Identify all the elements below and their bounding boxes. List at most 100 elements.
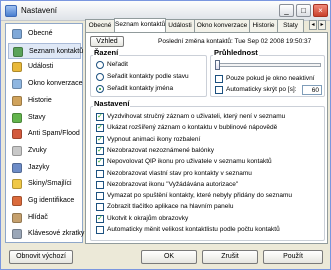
appearance-button[interactable]: Vzhled (90, 36, 124, 47)
contact-list-panel: Vzhled Poslední změna kontaktů: Tue Sep … (85, 32, 328, 244)
radio-label: Seřadit kontakty podle stavu (107, 73, 189, 80)
tab-label: Seznam kontaktů (115, 21, 166, 28)
sidebar-item-label: Obecné (28, 30, 53, 37)
hotkeys-icon (12, 229, 22, 240)
sidebar-item-label: Gg identifikace (28, 197, 75, 204)
settings-title: Nastavení (93, 99, 131, 108)
checkbox-label: Automaticky skrýt po [s]: (226, 86, 297, 93)
checkbox-box (96, 192, 104, 201)
tab-events[interactable]: Události (165, 19, 195, 33)
reset-defaults-button[interactable]: Obnovit výchozí (9, 250, 73, 264)
checkbox-label: Nezobrazovat nezoznámené balónky (107, 146, 214, 154)
checkbox-box: ✓ (96, 214, 104, 223)
sidebar-item-label: Hlídač (28, 213, 48, 221)
tab-label: Obecné (88, 22, 112, 29)
gg-identification-icon (12, 196, 22, 206)
radio-indicator (96, 85, 104, 93)
checkbox-box: ✓ (96, 146, 104, 155)
tab-contact-list[interactable]: Seznam kontaktů (114, 18, 166, 33)
radio-label: Neřadit (107, 61, 128, 68)
general-icon (12, 29, 22, 39)
sidebar-item-label: Zvuky (28, 146, 47, 154)
checkbox-label: Ukázat rozšířený záznam o kontaktu v bub… (107, 124, 278, 132)
checkbox-box (96, 226, 104, 234)
sidebar-item-label: Okno konverzace (28, 80, 83, 88)
events-icon (12, 62, 22, 73)
sounds-icon (12, 145, 22, 156)
tab-label: Události (168, 22, 192, 29)
skins-icon (12, 179, 22, 190)
checkbox-box: ✓ (96, 124, 104, 133)
checkbox-box (96, 169, 104, 178)
close-button[interactable]: × (313, 4, 328, 17)
settings-window: Nastavení _ □ × Obecné Seznam kontaktů Udá… (0, 0, 331, 270)
slider-thumb[interactable] (215, 60, 220, 70)
tab-history[interactable]: Historie (249, 19, 278, 33)
sidebar-item-label: Skiny/Smajlíci (28, 180, 72, 188)
checkbox-label: Automaticky měnit velikost kontaktlistu … (107, 226, 280, 233)
tab-general[interactable]: Obecné (85, 19, 115, 33)
chat-window-icon (12, 79, 22, 90)
sidebar-item-label: Události (28, 63, 54, 71)
checkbox-box (215, 86, 223, 94)
sidebar-item-status[interactable]: Stavy (8, 110, 81, 126)
status-icon (12, 112, 22, 123)
sidebar-item-skins[interactable]: Skiny/Smajlíci (8, 176, 81, 192)
tab-bar: Obecné Seznam kontaktů Události Okno kon… (85, 18, 330, 33)
tab-scroll-left-icon[interactable]: ◂ (309, 20, 317, 30)
transparency-slider[interactable] (215, 63, 321, 67)
sidebar-item-watcher[interactable]: Hlídač (8, 210, 81, 226)
sorting-title: Řazení (93, 48, 120, 57)
checkbox-label: Nezobrazovat ikonu "Vyžádávána autorizac… (107, 180, 239, 188)
sidebar-item-events[interactable]: Události (8, 59, 81, 75)
app-icon (5, 5, 17, 17)
radio-indicator (96, 73, 104, 81)
last-change-text: Poslední změna kontaktů: Tue Sep 02 2008… (158, 38, 312, 45)
checkbox-box: ✓ (96, 135, 104, 144)
radio-indicator (96, 61, 104, 69)
sidebar-item-hotkeys[interactable]: Klávesové zkratky (8, 226, 85, 242)
checkbox-label: Vymazat po spuštění kontakty, které neby… (107, 192, 292, 200)
sidebar-item-general[interactable]: Obecné (8, 26, 81, 42)
sidebar-item-sounds[interactable]: Zvuky (8, 143, 81, 159)
sidebar-item-contact-list[interactable]: Seznam kontaktů (8, 42, 83, 59)
sidebar-item-chat-window[interactable]: Okno konverzace (8, 76, 83, 92)
tab-label: Okno konverzace (196, 22, 248, 29)
sidebar-item-history[interactable]: Historie (8, 93, 81, 109)
radio-label: Seřadit kontakty jména (107, 85, 174, 92)
sidebar-item-gg-identification[interactable]: Gg identifikace (8, 193, 81, 209)
checkbox-label: Ukotvit k okrajům obrazovky (107, 214, 189, 222)
tab-scroll-right-icon[interactable]: ▸ (318, 20, 326, 30)
transparency-title: Průhlednost (213, 48, 259, 57)
ok-button[interactable]: OK (141, 250, 197, 264)
tab-label: Staty (283, 22, 298, 29)
sidebar-item-languages[interactable]: Jazyky (8, 160, 81, 176)
checkbox-box: ✓ (96, 158, 104, 167)
cancel-button[interactable]: Zrušit (202, 250, 258, 264)
window-title: Nastavení (21, 6, 58, 15)
category-list: Obecné Seznam kontaktů Události Okno konver… (5, 23, 85, 243)
watcher-icon (12, 212, 22, 223)
checkbox-label: Vypnout animaci ikony rozbalení (107, 135, 201, 143)
languages-icon (12, 162, 22, 173)
tab-status[interactable]: Staty (277, 19, 304, 33)
sidebar-item-label: Klávesové zkratky (28, 230, 85, 238)
checkbox-label: Nepovolovat QIP ikonu pro uživatele v se… (107, 158, 272, 166)
sidebar-item-label: Stavy (28, 113, 46, 121)
apply-button[interactable]: Použít (263, 250, 323, 264)
contact-list-icon (13, 46, 23, 57)
sidebar-item-label: Anti Spam/Flood (28, 130, 80, 138)
sidebar-item-label: Historie (28, 96, 52, 104)
anti-spam-icon (12, 129, 22, 140)
checkbox-label: Vyzdvihovat stručný záznam o uživateli, … (107, 113, 286, 120)
sidebar-item-anti-spam[interactable]: Anti Spam/Flood (8, 126, 81, 142)
maximize-button[interactable]: □ (296, 4, 311, 17)
tab-chat-window[interactable]: Okno konverzace (194, 19, 250, 33)
minimize-button[interactable]: _ (279, 4, 294, 17)
checkbox-box (96, 203, 104, 212)
auto-hide-seconds-input[interactable]: 60 (302, 85, 322, 95)
checkbox-box: ✓ (96, 113, 104, 121)
history-icon (12, 95, 22, 106)
tab-label: Historie (252, 22, 275, 29)
checkbox-label: Zobrazit tlačítko aplikace na hlavním pa… (107, 203, 234, 211)
